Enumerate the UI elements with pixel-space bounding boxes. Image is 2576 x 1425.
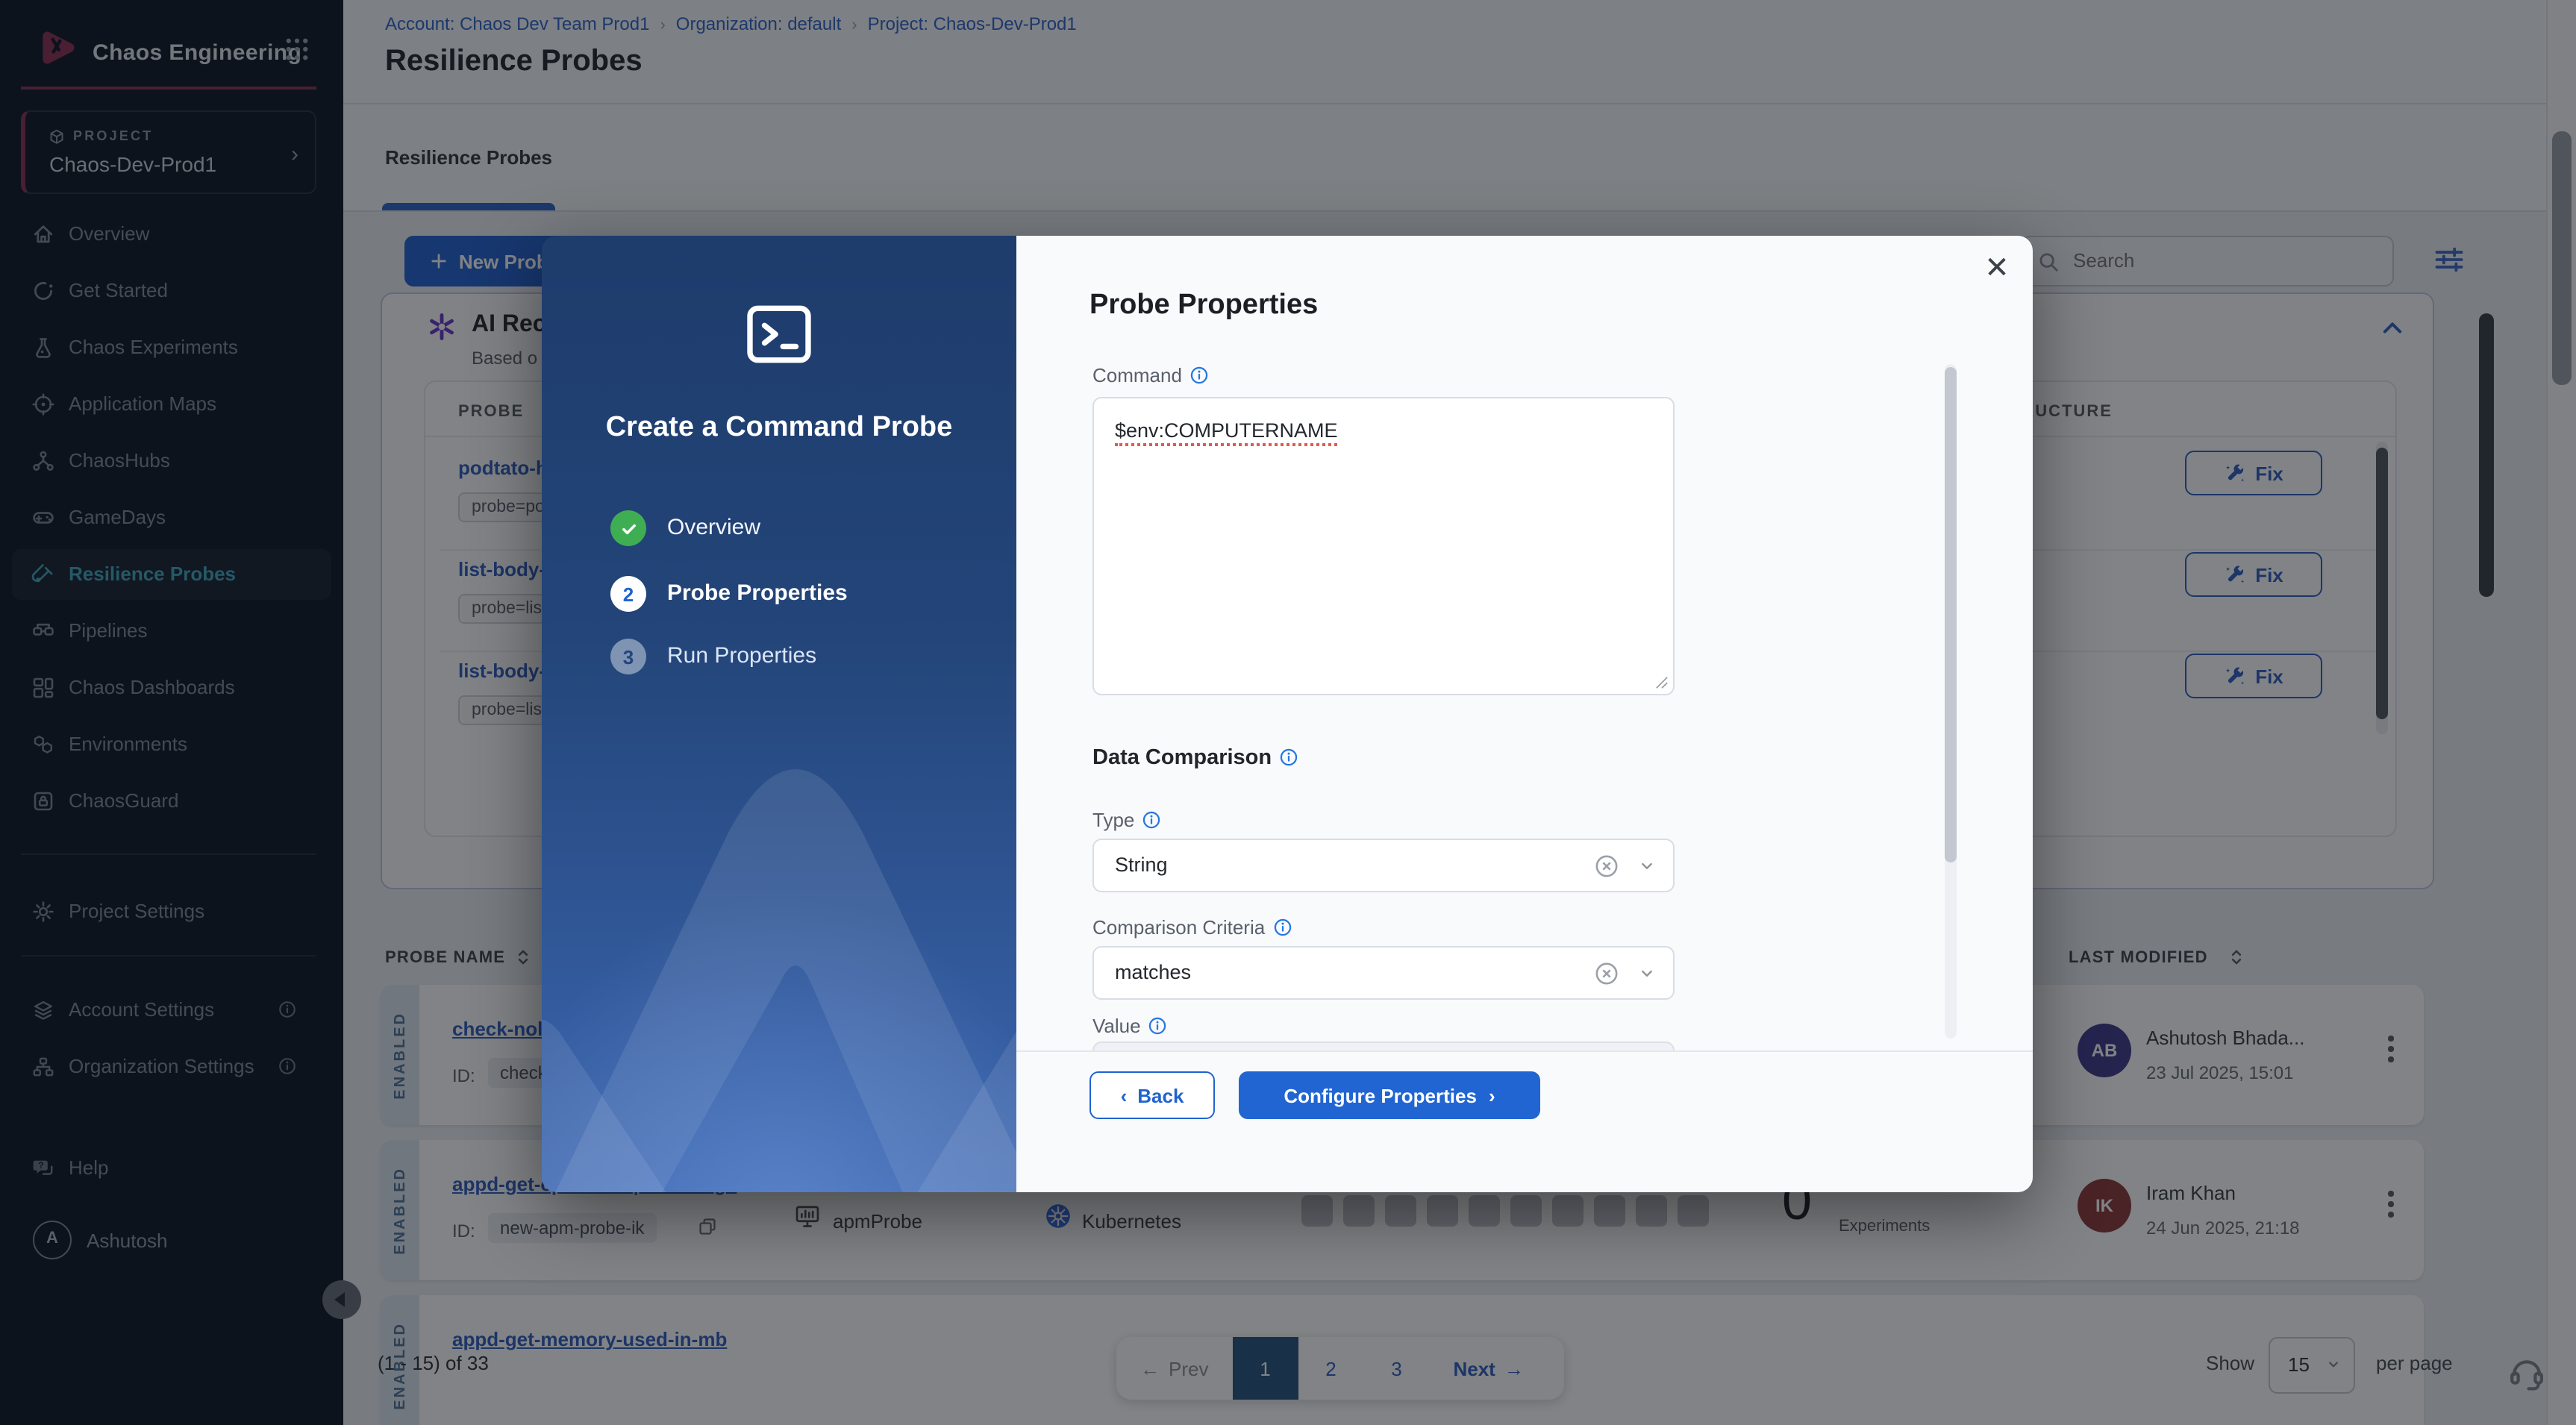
step-number: 2: [610, 576, 646, 612]
type-label: Type: [1092, 809, 1134, 831]
command-textarea[interactable]: $env:COMPUTERNAME: [1092, 397, 1675, 695]
scrollbar-thumb[interactable]: [1945, 367, 1957, 862]
value-label: Value: [1092, 1015, 1141, 1037]
clear-icon[interactable]: [1594, 961, 1619, 986]
clear-icon[interactable]: [1594, 854, 1619, 879]
modal-title: Probe Properties: [1090, 289, 1318, 322]
chevron-down-icon: [1637, 964, 1657, 983]
type-select[interactable]: String: [1092, 839, 1675, 892]
comparison-criteria-label: Comparison Criteria: [1092, 916, 1265, 939]
chevron-left-icon: ‹: [1121, 1084, 1128, 1106]
wizard-glow: [542, 877, 1016, 1192]
step-check-icon: [610, 510, 646, 546]
chevron-down-icon: [1637, 856, 1657, 876]
comparison-criteria-select[interactable]: matches: [1092, 946, 1675, 1000]
app-root: Chaos Engineering PROJECT Chaos-Dev-Prod…: [0, 0, 2576, 1425]
info-icon[interactable]: [1142, 810, 1161, 830]
back-button[interactable]: ‹Back: [1090, 1071, 1215, 1119]
form-scroll-area: Command $env:COMPUTERNAME Data Compariso…: [1090, 352, 1970, 1050]
resize-handle[interactable]: [1655, 676, 1669, 689]
info-icon[interactable]: [1189, 366, 1209, 385]
info-icon[interactable]: [1279, 748, 1298, 767]
create-probe-modal: Create a Command Probe Overview 2 Probe …: [542, 236, 2033, 1192]
close-icon[interactable]: ✕: [1979, 251, 2015, 286]
footer-divider: [1016, 1050, 2033, 1052]
step-number: 3: [610, 639, 646, 674]
chevron-right-icon: ›: [1489, 1084, 1495, 1106]
command-label: Command: [1092, 364, 1182, 386]
probe-properties-panel: ✕ Probe Properties Command $env:COMPUTER…: [1016, 236, 2033, 1192]
terminal-icon: [740, 295, 818, 373]
wizard-title: Create a Command Probe: [542, 412, 1016, 445]
info-icon[interactable]: [1272, 918, 1292, 937]
value-input[interactable]: [1092, 1042, 1675, 1050]
wizard-panel: Create a Command Probe Overview 2 Probe …: [542, 236, 1016, 1192]
info-icon[interactable]: [1148, 1016, 1168, 1036]
data-comparison-heading: Data Comparison: [1092, 746, 1272, 770]
configure-properties-button[interactable]: Configure Properties›: [1239, 1071, 1540, 1119]
support-headset-button[interactable]: [2507, 1352, 2546, 1391]
